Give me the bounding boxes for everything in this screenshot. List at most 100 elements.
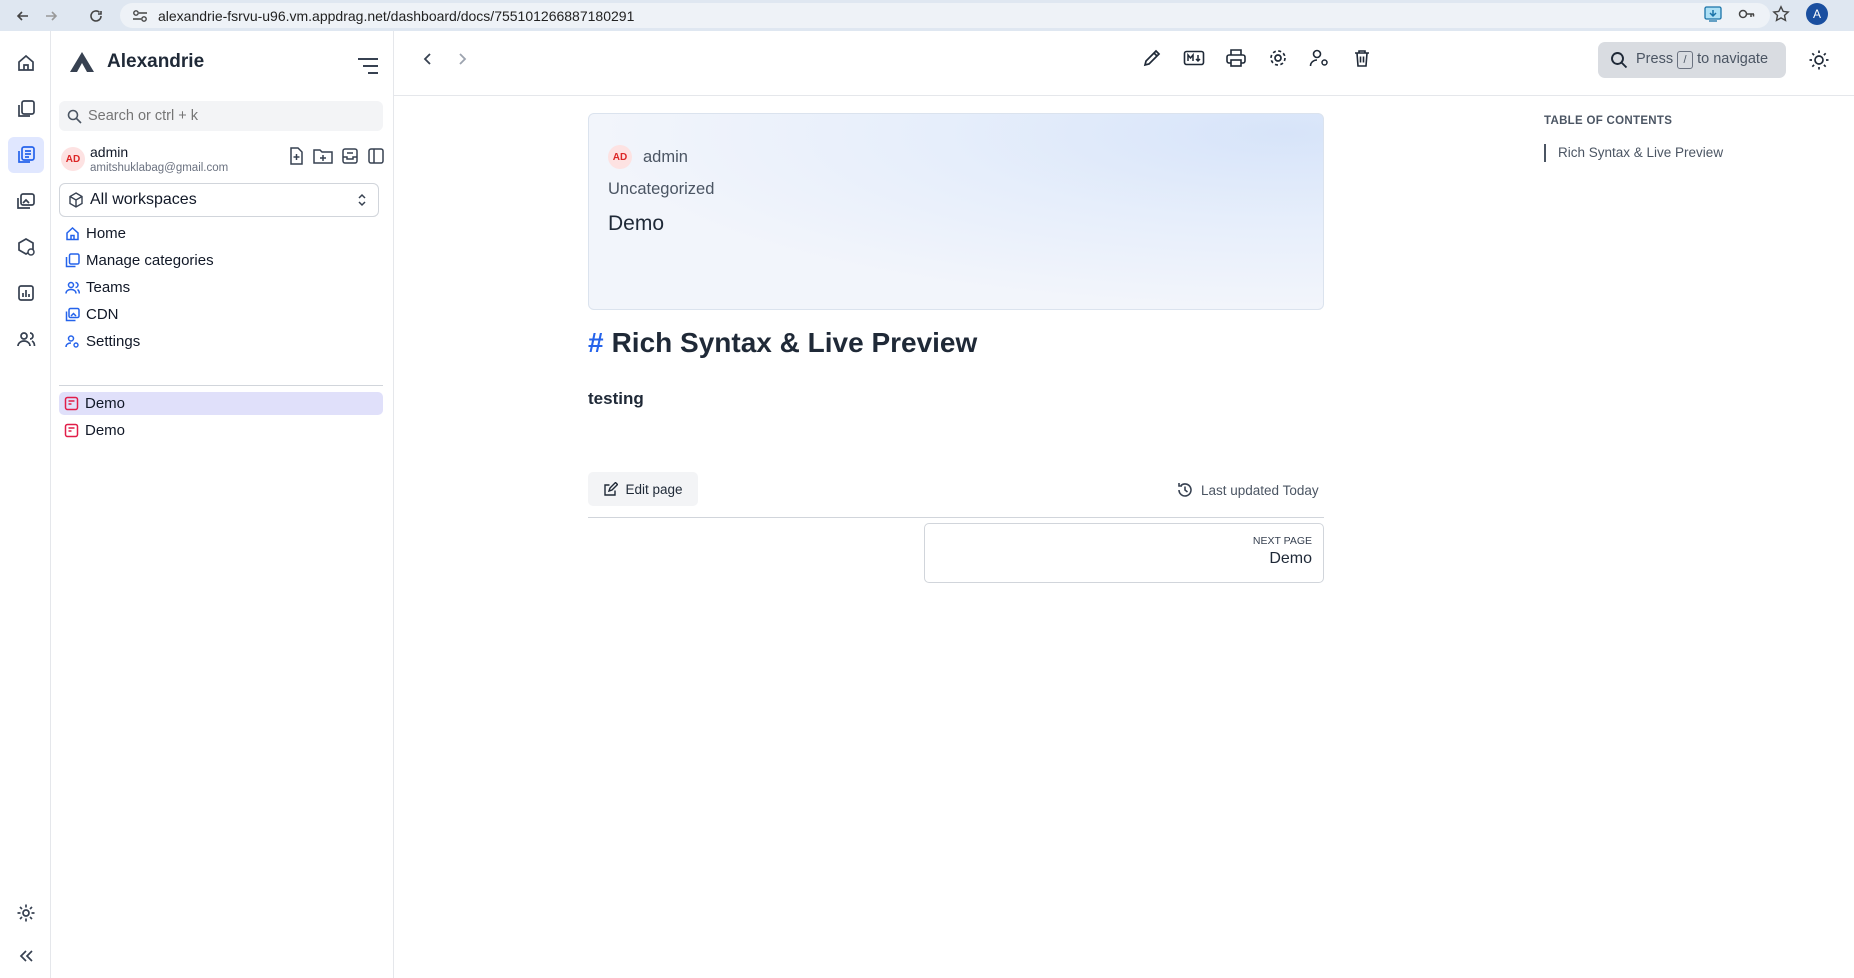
document-author: AD admin bbox=[608, 145, 688, 169]
forward-chevron-icon[interactable] bbox=[454, 51, 470, 67]
sidebar-item-label: CDN bbox=[86, 306, 119, 323]
chevron-up-down-icon bbox=[356, 192, 368, 208]
last-updated: Last updated Today bbox=[1176, 481, 1319, 499]
document-list: Demo Demo bbox=[59, 392, 383, 446]
search-suffix: to navigate bbox=[1697, 51, 1769, 67]
document-category[interactable]: Uncategorized bbox=[608, 180, 714, 199]
toc-item[interactable]: Rich Syntax & Live Preview bbox=[1544, 144, 1723, 162]
document-title: Demo bbox=[608, 212, 665, 235]
document-toolbar: Press / to navigate bbox=[394, 31, 1854, 96]
history-icon bbox=[1176, 481, 1194, 499]
rail-users-icon[interactable] bbox=[8, 321, 44, 357]
sidebar-item-manage-categories[interactable]: Manage categories bbox=[59, 247, 383, 274]
back-chevron-icon[interactable] bbox=[420, 51, 436, 67]
workspace-cube-icon bbox=[68, 192, 84, 208]
sidebar-doc-item[interactable]: Demo bbox=[59, 419, 383, 442]
site-settings-icon[interactable] bbox=[132, 9, 148, 23]
user-avatar[interactable]: AD bbox=[61, 147, 85, 171]
document-heading: # Rich Syntax & Live Preview bbox=[588, 327, 977, 359]
rail-settings-icon[interactable] bbox=[8, 895, 44, 931]
browser-toolbar: alexandrie-fsrvu-u96.vm.appdrag.net/dash… bbox=[0, 0, 1854, 31]
author-avatar: AD bbox=[608, 145, 632, 169]
search-icon bbox=[1610, 51, 1628, 69]
rail-analytics-icon[interactable] bbox=[8, 275, 44, 311]
user-info: AD admin amitshuklabag@gmail.com bbox=[61, 139, 385, 179]
delete-trash-icon[interactable] bbox=[1350, 46, 1374, 70]
search-input[interactable] bbox=[88, 108, 368, 124]
users-icon bbox=[64, 280, 80, 296]
password-key-icon[interactable] bbox=[1738, 5, 1756, 23]
toggle-panel-icon[interactable] bbox=[367, 147, 385, 165]
heading-anchor[interactable]: # bbox=[588, 327, 604, 359]
settings-gear-icon[interactable] bbox=[1266, 46, 1290, 70]
heading-text: Rich Syntax & Live Preview bbox=[611, 327, 978, 358]
next-page-label: NEXT PAGE bbox=[1252, 535, 1312, 547]
markdown-icon[interactable] bbox=[1182, 46, 1206, 70]
edit-pencil-icon[interactable] bbox=[1140, 46, 1164, 70]
sidebar-item-label: Settings bbox=[86, 333, 141, 350]
document-icon bbox=[64, 423, 79, 438]
last-updated-text: Last updated Today bbox=[1201, 482, 1319, 498]
document-header-card: AD admin Uncategorized Demo bbox=[588, 113, 1324, 310]
search-prefix: Press bbox=[1636, 51, 1674, 67]
address-bar[interactable]: alexandrie-fsrvu-u96.vm.appdrag.net/dash… bbox=[120, 3, 1770, 28]
user-email: amitshuklabag@gmail.com bbox=[90, 162, 229, 174]
author-name: admin bbox=[643, 147, 688, 166]
browser-forward-icon[interactable] bbox=[38, 3, 64, 29]
home-icon bbox=[64, 226, 80, 242]
workspace-select[interactable]: All workspaces bbox=[59, 183, 379, 217]
workspace-label: All workspaces bbox=[90, 191, 197, 208]
archive-icon[interactable] bbox=[341, 147, 359, 165]
sidebar-item-home[interactable]: Home bbox=[59, 220, 383, 247]
url-text: alexandrie-fsrvu-u96.vm.appdrag.net/dash… bbox=[158, 7, 635, 24]
external-edit-icon bbox=[603, 481, 619, 497]
toc-title: TABLE OF CONTENTS bbox=[1544, 115, 1673, 127]
brand[interactable]: Alexandrie bbox=[69, 51, 204, 73]
browser-profile-avatar[interactable]: A bbox=[1806, 3, 1828, 25]
rail-package-settings-icon[interactable] bbox=[8, 229, 44, 265]
browser-back-icon[interactable] bbox=[10, 3, 36, 29]
library-icon bbox=[64, 253, 80, 269]
sidebar-item-label: Teams bbox=[86, 279, 131, 296]
alexandrie-logo-icon bbox=[69, 51, 95, 73]
next-page-title: Demo bbox=[1269, 550, 1312, 567]
images-icon bbox=[64, 307, 80, 323]
theme-sun-icon[interactable] bbox=[1808, 49, 1830, 71]
sidebar-item-label: Home bbox=[86, 225, 127, 242]
navigate-search-button[interactable]: Press / to navigate bbox=[1598, 42, 1786, 78]
user-cog-icon bbox=[64, 334, 80, 350]
rail-images-icon[interactable] bbox=[8, 183, 44, 219]
user-name: admin bbox=[90, 144, 129, 160]
rail-collapse-icon[interactable] bbox=[8, 938, 44, 974]
sidebar-menu-icon[interactable] bbox=[357, 57, 379, 75]
rail-home-icon[interactable] bbox=[8, 45, 44, 81]
next-page-card[interactable]: NEXT PAGE Demo bbox=[924, 523, 1324, 583]
print-icon[interactable] bbox=[1224, 46, 1248, 70]
sidebar: Alexandrie AD admin amitshuklabag@gmail.… bbox=[51, 31, 394, 978]
edit-page-label: Edit page bbox=[625, 481, 683, 497]
icon-rail bbox=[0, 31, 51, 978]
sidebar-menu: Home Manage categories Teams CDN Setting… bbox=[59, 220, 383, 355]
edit-page-button[interactable]: Edit page bbox=[588, 472, 698, 506]
new-folder-icon[interactable] bbox=[313, 147, 333, 165]
new-document-icon[interactable] bbox=[287, 147, 305, 165]
sidebar-search[interactable] bbox=[59, 101, 383, 131]
user-permissions-icon[interactable] bbox=[1308, 46, 1332, 70]
sidebar-divider bbox=[59, 385, 383, 386]
footer-divider bbox=[588, 517, 1324, 518]
sidebar-item-cdn[interactable]: CDN bbox=[59, 301, 383, 328]
sidebar-doc-item[interactable]: Demo bbox=[59, 392, 383, 415]
rail-documents-icon[interactable] bbox=[8, 137, 44, 173]
sidebar-item-settings[interactable]: Settings bbox=[59, 328, 383, 355]
sidebar-item-label: Manage categories bbox=[86, 252, 214, 269]
keyboard-shortcut: / bbox=[1677, 51, 1694, 69]
browser-reload-icon[interactable] bbox=[83, 3, 109, 29]
doc-label: Demo bbox=[85, 395, 126, 412]
app-name: Alexandrie bbox=[107, 51, 205, 72]
bookmark-star-icon[interactable] bbox=[1772, 5, 1790, 23]
rail-library-icon[interactable] bbox=[8, 91, 44, 127]
doc-label: Demo bbox=[85, 422, 126, 439]
install-app-icon[interactable] bbox=[1704, 5, 1722, 23]
sidebar-item-teams[interactable]: Teams bbox=[59, 274, 383, 301]
document-body: testing bbox=[588, 389, 644, 408]
